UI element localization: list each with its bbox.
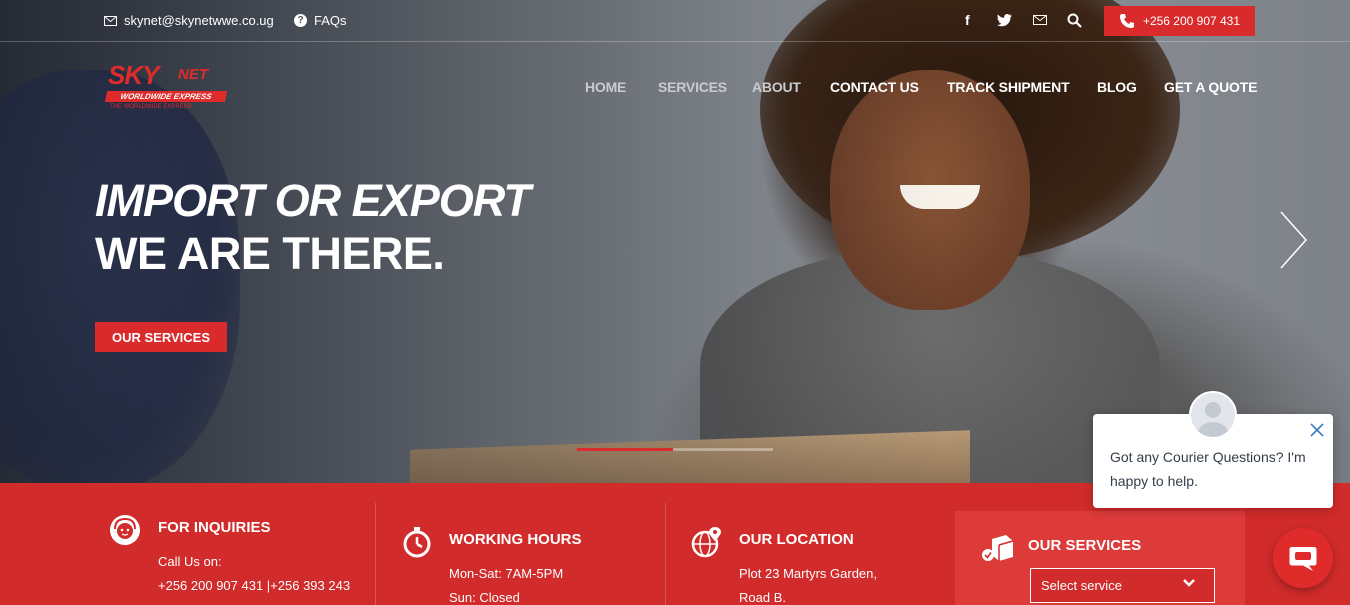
service-select-value: Select service — [1041, 578, 1122, 593]
top-faqs-text: FAQs — [314, 13, 347, 28]
hours-title: WORKING HOURS — [449, 531, 582, 548]
phone-button[interactable]: +256 200 907 431 — [1104, 6, 1255, 36]
search-icon[interactable] — [1067, 13, 1082, 28]
nav-about[interactable]: ABOUT — [752, 79, 801, 95]
inquiries-line1: Call Us on: — [158, 554, 222, 569]
nav-blog[interactable]: BLOG — [1097, 79, 1137, 95]
chat-agent-avatar — [1189, 391, 1237, 439]
mail-icon[interactable] — [1033, 15, 1047, 25]
hours-line1: Mon-Sat: 7AM-5PM — [449, 566, 564, 581]
package-delivery-icon — [982, 535, 1014, 561]
top-faqs-link[interactable]: ? FAQs — [294, 13, 347, 28]
twitter-icon[interactable] — [997, 14, 1012, 27]
phone-icon — [1119, 14, 1134, 28]
slider-progress[interactable] — [577, 448, 773, 451]
facebook-icon[interactable]: f — [965, 12, 970, 28]
chat-message: Got any Courier Questions? I'm happy to … — [1110, 449, 1306, 489]
inquiries-phones[interactable]: +256 200 907 431 |+256 393 243 — [158, 578, 350, 593]
globe-location-icon — [691, 527, 721, 558]
headset-icon — [110, 515, 140, 545]
top-email-text: skynet@skynetwwe.co.ug — [124, 13, 274, 28]
top-bar: skynet@skynetwwe.co.ug ? FAQs f +256 200… — [0, 0, 1350, 42]
location-title: OUR LOCATION — [739, 531, 854, 548]
chevron-down-icon — [1183, 579, 1195, 587]
our-services-button[interactable]: OUR SERVICES — [95, 322, 227, 352]
hero-headline-line2: WE ARE THERE. — [95, 228, 445, 279]
mail-icon — [104, 15, 117, 26]
hours-line2: Sun: Closed — [449, 590, 520, 605]
slider-next-arrow-icon[interactable] — [1278, 210, 1308, 270]
question-icon: ? — [294, 14, 307, 27]
location-line1: Plot 23 Martyrs Garden, — [739, 566, 877, 581]
service-select[interactable]: Select service — [1030, 568, 1215, 603]
nav-get-a-quote[interactable]: GET A QUOTE — [1164, 79, 1257, 95]
stopwatch-icon — [403, 527, 431, 558]
chat-bubble-icon — [1289, 547, 1317, 571]
services-title: OUR SERVICES — [1028, 537, 1142, 554]
nav-services[interactable]: SERVICES — [658, 79, 727, 95]
chat-launcher-button[interactable] — [1273, 528, 1333, 588]
location-line2: Road B. — [739, 590, 786, 605]
phone-number: +256 200 907 431 — [1142, 14, 1241, 28]
nav-track-shipment[interactable]: TRACK SHIPMENT — [947, 79, 1070, 95]
hero-headline-line1: IMPORT OR EXPORT — [95, 175, 531, 226]
nav-contact-us[interactable]: CONTACT US — [830, 79, 919, 95]
slider-progress-fill — [577, 448, 674, 451]
close-icon[interactable] — [1310, 423, 1324, 437]
inquiries-title: FOR INQUIRIES — [158, 519, 271, 536]
nav-home[interactable]: HOME — [585, 79, 626, 95]
skynet-logo[interactable]: SKY NET WORLDWIDE EXPRESS THE WORLDWIDE … — [104, 60, 239, 116]
user-avatar-icon — [1198, 402, 1228, 437]
top-email-link[interactable]: skynet@skynetwwe.co.ug — [104, 13, 274, 28]
